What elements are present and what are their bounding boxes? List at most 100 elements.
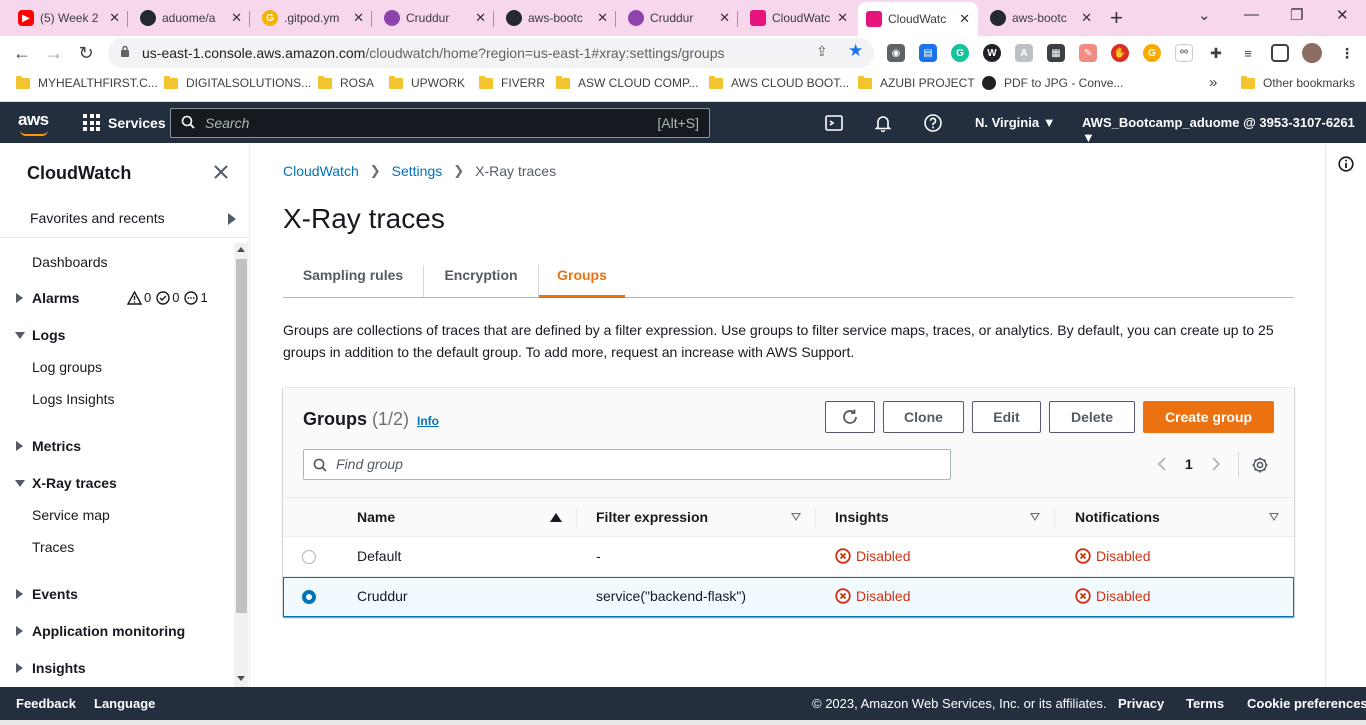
- bookmark-star-icon[interactable]: ★: [848, 41, 863, 61]
- sidebar-item-logs-insights[interactable]: Logs Insights: [32, 391, 115, 407]
- browser-tab[interactable]: Cruddur ✕: [376, 4, 494, 32]
- sidebar-item-log-groups[interactable]: Log groups: [32, 359, 102, 375]
- browser-tab[interactable]: aws-bootc ✕: [982, 4, 1100, 32]
- back-arrow-icon[interactable]: ←: [10, 41, 34, 65]
- close-tab-icon[interactable]: ✕: [597, 10, 608, 26]
- bookmarks-overflow-button[interactable]: »: [1209, 74, 1217, 91]
- delete-button[interactable]: Delete: [1049, 401, 1135, 433]
- privacy-link[interactable]: Privacy: [1118, 696, 1164, 711]
- edit-button[interactable]: Edit: [972, 401, 1041, 433]
- minimize-icon[interactable]: —: [1244, 6, 1259, 23]
- forward-arrow-icon[interactable]: →: [42, 41, 66, 65]
- column-divider[interactable]: [1054, 508, 1055, 528]
- extensions-puzzle-icon[interactable]: ✚: [1207, 44, 1225, 62]
- caret-right-icon[interactable]: [16, 441, 23, 451]
- tab-search-icon[interactable]: ⌄: [1198, 6, 1211, 24]
- browser-tab[interactable]: ▶ (5) Week 2 ✕: [10, 4, 128, 32]
- bookmark-folder[interactable]: ROSA: [318, 75, 374, 90]
- chevron-right-icon[interactable]: [1211, 456, 1221, 472]
- region-selector[interactable]: N. Virginia ▼: [975, 115, 1056, 130]
- reading-list-icon[interactable]: ≡: [1239, 44, 1257, 62]
- sidebar-item-alarms[interactable]: Alarms: [32, 290, 79, 306]
- bookmark-folder[interactable]: ASW CLOUD COMP...: [556, 75, 698, 90]
- grammarly-extension-icon[interactable]: G: [951, 44, 969, 62]
- browser-tab-active[interactable]: CloudWatc ✕: [858, 2, 978, 36]
- bookmark-link[interactable]: PDF to JPG - Conve...: [982, 76, 1123, 90]
- chrome-menu-icon[interactable]: ⋮: [1338, 44, 1356, 62]
- close-window-icon[interactable]: ✕: [1336, 6, 1349, 24]
- close-tab-icon[interactable]: ✕: [1081, 10, 1092, 26]
- sidebar-item-application-monitoring[interactable]: Application monitoring: [32, 623, 185, 639]
- row-radio-button-selected[interactable]: [302, 590, 316, 604]
- browser-tab[interactable]: aduome/a ✕: [132, 4, 250, 32]
- breadcrumb-settings[interactable]: Settings: [392, 163, 443, 179]
- bookmark-folder[interactable]: FIVERR: [479, 75, 545, 90]
- alarm-state-counts[interactable]: 0 0 1: [127, 290, 213, 305]
- column-divider[interactable]: [815, 508, 816, 528]
- browser-tab[interactable]: CloudWatc ✕: [742, 4, 856, 32]
- sort-toggle-icon[interactable]: [1269, 513, 1279, 521]
- sidebar-item-traces[interactable]: Traces: [32, 539, 74, 555]
- sidebar-item-metrics[interactable]: Metrics: [32, 438, 81, 454]
- sidebar-item-dashboards[interactable]: Dashboards: [32, 254, 108, 270]
- chevron-left-icon[interactable]: [1157, 456, 1167, 472]
- bookmark-folder[interactable]: MYHEALTHFIRST.C...: [16, 75, 158, 90]
- breadcrumb-cloudwatch[interactable]: CloudWatch: [283, 163, 359, 179]
- column-header-notifications[interactable]: Notifications: [1075, 509, 1160, 525]
- caret-right-icon[interactable]: [16, 589, 23, 599]
- close-tab-icon[interactable]: ✕: [475, 10, 486, 26]
- g-extension-icon[interactable]: G: [1143, 44, 1161, 62]
- close-sidebar-icon[interactable]: [212, 163, 230, 181]
- find-group-input[interactable]: [336, 456, 936, 472]
- info-link[interactable]: Info: [417, 414, 439, 428]
- gear-icon[interactable]: [1251, 456, 1269, 474]
- terms-link[interactable]: Terms: [1186, 696, 1224, 711]
- bookmark-folder[interactable]: AWS CLOUD BOOT...: [709, 75, 849, 90]
- sidebar-item-events[interactable]: Events: [32, 586, 78, 602]
- column-header-filter-expression[interactable]: Filter expression: [596, 509, 708, 525]
- docs-extension-icon[interactable]: ▤: [919, 44, 937, 62]
- table-row-selected[interactable]: Cruddur service("backend-flask") Disable…: [283, 577, 1294, 617]
- browser-tab[interactable]: aws-bootc ✕: [498, 4, 616, 32]
- side-panel-icon[interactable]: [1271, 44, 1289, 62]
- create-group-button[interactable]: Create group: [1143, 401, 1274, 433]
- cloudshell-icon[interactable]: [824, 113, 844, 133]
- reload-icon[interactable]: ↻: [74, 41, 98, 65]
- sidebar-item-insights[interactable]: Insights: [32, 660, 86, 676]
- caret-right-icon[interactable]: [16, 626, 23, 636]
- other-bookmarks-folder[interactable]: Other bookmarks: [1241, 75, 1355, 90]
- close-tab-icon[interactable]: ✕: [109, 10, 120, 26]
- aws-search-box[interactable]: [Alt+S]: [170, 108, 710, 138]
- browser-tab[interactable]: Cruddur ✕: [620, 4, 738, 32]
- help-icon[interactable]: [923, 113, 943, 133]
- clone-button[interactable]: Clone: [883, 401, 964, 433]
- close-tab-icon[interactable]: ✕: [719, 10, 730, 26]
- favorites-and-recents[interactable]: Favorites and recents: [0, 201, 250, 238]
- adblock-extension-icon[interactable]: ✋: [1111, 44, 1129, 62]
- feedback-link[interactable]: Feedback: [16, 696, 76, 711]
- sort-toggle-icon[interactable]: [1030, 513, 1040, 521]
- address-bar[interactable]: us-east-1.console.aws.amazon.com/cloudwa…: [108, 38, 874, 68]
- table-row[interactable]: Default - Disabled Disabled: [283, 537, 1294, 577]
- bookmark-folder[interactable]: DIGITALSOLUTIONS...: [164, 75, 311, 90]
- column-divider[interactable]: [576, 508, 577, 528]
- aws-search-input[interactable]: [205, 115, 635, 131]
- camera-extension-icon[interactable]: ◉: [887, 44, 905, 62]
- browser-tab[interactable]: G .gitpod.ym ✕: [254, 4, 372, 32]
- bookmark-folder[interactable]: UPWORK: [389, 75, 465, 90]
- sort-toggle-icon[interactable]: [791, 513, 801, 521]
- cookie-preferences-link[interactable]: Cookie preferences: [1247, 696, 1366, 711]
- close-tab-icon[interactable]: ✕: [353, 10, 364, 26]
- find-group-field[interactable]: [303, 449, 951, 480]
- tab-encryption[interactable]: Encryption: [424, 253, 538, 297]
- notifications-bell-icon[interactable]: [873, 113, 893, 133]
- tab-sampling-rules[interactable]: Sampling rules: [283, 253, 423, 297]
- sidebar-scrollbar-thumb[interactable]: [236, 259, 247, 613]
- scroll-down-arrow-icon[interactable]: [237, 676, 245, 681]
- language-selector[interactable]: Language: [94, 696, 155, 711]
- caret-down-icon[interactable]: [15, 332, 25, 339]
- caret-right-icon[interactable]: [16, 293, 23, 303]
- close-tab-icon[interactable]: ✕: [231, 10, 242, 26]
- share-icon[interactable]: ⇪: [816, 43, 828, 60]
- new-tab-button[interactable]: +: [1110, 5, 1123, 31]
